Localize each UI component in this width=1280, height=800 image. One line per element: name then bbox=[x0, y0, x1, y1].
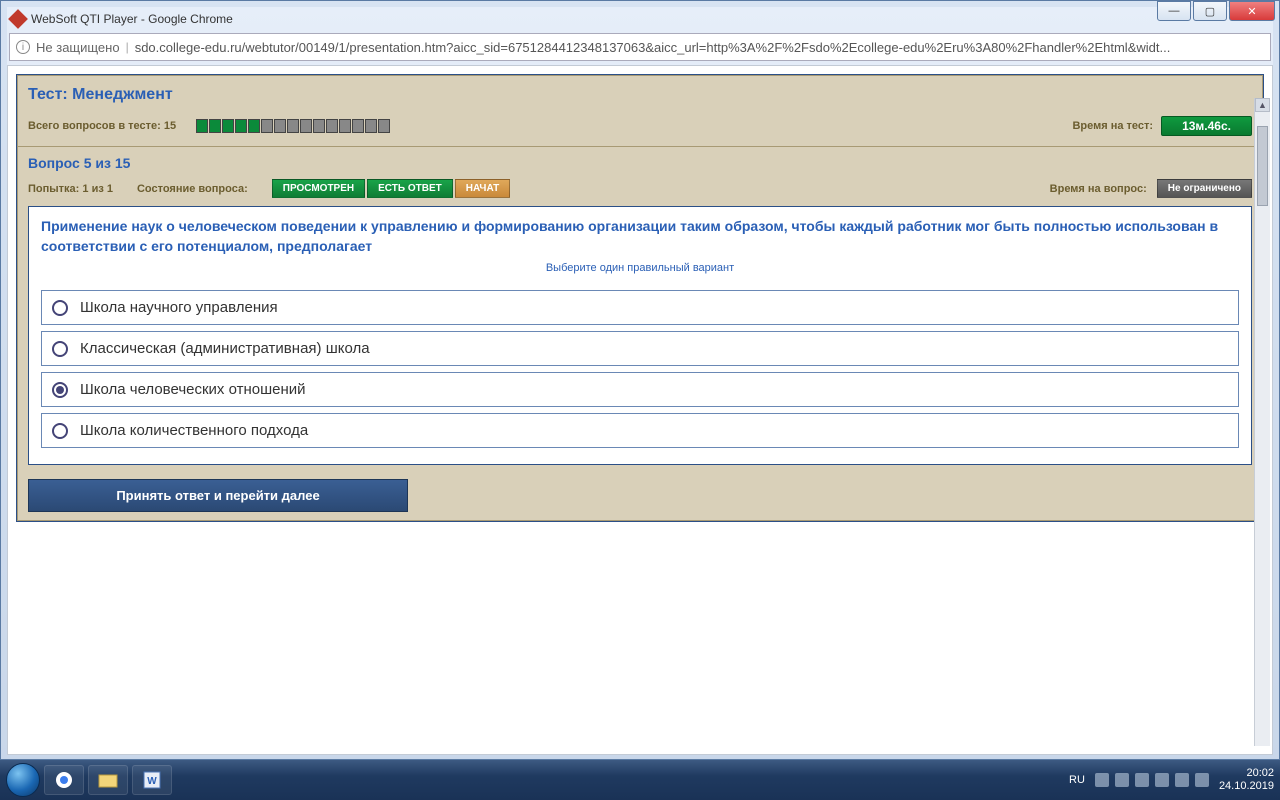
question-instruction: Выберите один правильный вариант bbox=[41, 256, 1239, 284]
tray-icon[interactable] bbox=[1175, 773, 1189, 787]
test-title: Тест: Менеджмент bbox=[28, 82, 1252, 112]
state-label: Состояние вопроса: bbox=[137, 183, 248, 195]
progress-cell bbox=[287, 119, 299, 133]
test-header: Тест: Менеджмент Всего вопросов в тесте:… bbox=[17, 75, 1263, 147]
taskbar-chrome-icon[interactable] bbox=[44, 765, 84, 795]
radio-icon bbox=[52, 300, 68, 316]
progress-cell bbox=[248, 119, 260, 133]
badge-started: НАЧАТ bbox=[455, 179, 511, 198]
page-content: ▲ Тест: Менеджмент Всего вопросов в тест… bbox=[7, 65, 1273, 755]
tray-icon[interactable] bbox=[1115, 773, 1129, 787]
progress-cell bbox=[222, 119, 234, 133]
window-title: WebSoft QTI Player - Google Chrome bbox=[31, 12, 1269, 26]
answer-option[interactable]: Школа количественного подхода bbox=[41, 413, 1239, 448]
start-button[interactable] bbox=[6, 763, 40, 797]
option-label: Школа количественного подхода bbox=[80, 422, 308, 439]
svg-text:W: W bbox=[147, 776, 157, 787]
scroll-thumb[interactable] bbox=[1257, 126, 1268, 206]
browser-window: WebSoft QTI Player - Google Chrome — ▢ ✕… bbox=[0, 0, 1280, 760]
option-label: Школа человеческих отношений bbox=[80, 381, 306, 398]
badge-viewed: ПРОСМОТРЕН bbox=[272, 179, 365, 198]
site-info-icon[interactable]: i bbox=[16, 40, 30, 54]
progress-cell bbox=[326, 119, 338, 133]
progress-cell bbox=[339, 119, 351, 133]
test-time-label: Время на тест: bbox=[1072, 120, 1153, 132]
test-timer: 13м.46с. bbox=[1161, 116, 1252, 136]
progress-cell bbox=[235, 119, 247, 133]
option-label: Классическая (административная) школа bbox=[80, 340, 370, 357]
progress-cell bbox=[196, 119, 208, 133]
scroll-up-arrow[interactable]: ▲ bbox=[1255, 98, 1270, 112]
radio-icon bbox=[52, 341, 68, 357]
answer-option[interactable]: Классическая (административная) школа bbox=[41, 331, 1239, 366]
taskbar: W RU 20:02 24.10.2019 bbox=[0, 760, 1280, 800]
address-bar[interactable]: i Не защищено | sdo.college-edu.ru/webtu… bbox=[9, 33, 1271, 61]
answer-option[interactable]: Школа научного управления bbox=[41, 290, 1239, 325]
progress-cell bbox=[209, 119, 221, 133]
clock[interactable]: 20:02 24.10.2019 bbox=[1219, 767, 1274, 793]
progress-cell bbox=[352, 119, 364, 133]
option-label: Школа научного управления bbox=[80, 299, 278, 316]
total-questions-label: Всего вопросов в тесте: 15 bbox=[28, 120, 176, 132]
system-tray[interactable] bbox=[1095, 773, 1209, 787]
progress-cell bbox=[378, 119, 390, 133]
url-text: sdo.college-edu.ru/webtutor/00149/1/pres… bbox=[135, 40, 1264, 55]
answer-option[interactable]: Школа человеческих отношений bbox=[41, 372, 1239, 407]
question-time-label: Время на вопрос: bbox=[1050, 183, 1147, 195]
progress-cell bbox=[261, 119, 273, 133]
progress-cell bbox=[274, 119, 286, 133]
websoft-favicon bbox=[8, 9, 28, 29]
badge-answered: ЕСТЬ ОТВЕТ bbox=[367, 179, 453, 198]
progress-cell bbox=[365, 119, 377, 133]
tray-icon[interactable] bbox=[1095, 773, 1109, 787]
question-text: Применение наук о человеческом поведении… bbox=[41, 217, 1239, 256]
radio-icon bbox=[52, 423, 68, 439]
not-secure-label: Не защищено bbox=[36, 40, 120, 55]
submit-answer-button[interactable]: Принять ответ и перейти далее bbox=[28, 479, 408, 512]
taskbar-explorer-icon[interactable] bbox=[88, 765, 128, 795]
progress-cell bbox=[313, 119, 325, 133]
maximize-button[interactable]: ▢ bbox=[1193, 1, 1227, 21]
tray-icon[interactable] bbox=[1155, 773, 1169, 787]
question-header-block: Вопрос 5 из 15 Попытка: 1 из 1 Состояние… bbox=[17, 147, 1263, 521]
language-indicator[interactable]: RU bbox=[1069, 774, 1085, 786]
test-frame: Тест: Менеджмент Всего вопросов в тесте:… bbox=[16, 74, 1264, 522]
close-button[interactable]: ✕ bbox=[1229, 1, 1275, 21]
tray-icon[interactable] bbox=[1135, 773, 1149, 787]
vertical-scrollbar[interactable]: ▲ bbox=[1254, 98, 1270, 746]
radio-icon bbox=[52, 382, 68, 398]
minimize-button[interactable]: — bbox=[1157, 1, 1191, 21]
question-body: Применение наук о человеческом поведении… bbox=[28, 206, 1252, 465]
progress-bar bbox=[196, 119, 390, 133]
title-bar: WebSoft QTI Player - Google Chrome — ▢ ✕ bbox=[7, 7, 1273, 31]
question-number: Вопрос 5 из 15 bbox=[28, 151, 1252, 179]
attempt-label: Попытка: 1 из 1 bbox=[28, 183, 113, 195]
progress-cell bbox=[300, 119, 312, 133]
tray-icon[interactable] bbox=[1195, 773, 1209, 787]
taskbar-word-icon[interactable]: W bbox=[132, 765, 172, 795]
question-time-value: Не ограничено bbox=[1157, 179, 1252, 198]
